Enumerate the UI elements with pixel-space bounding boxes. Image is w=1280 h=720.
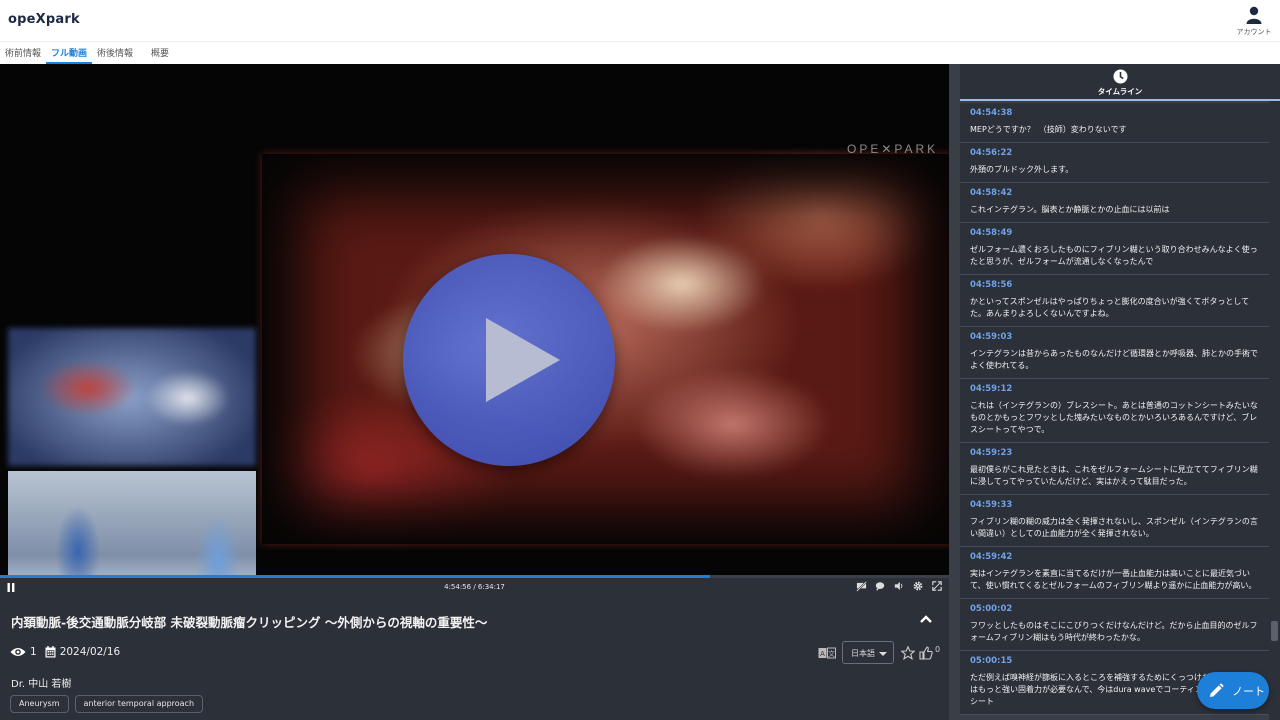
play-icon (486, 318, 560, 402)
language-value: 日本語 (851, 649, 875, 658)
tag-chip[interactable]: Aneurysm (10, 695, 69, 713)
timeline-comment: これインテグラン。脳表とか静脈とかの止血には以前は (970, 205, 1170, 214)
timeline-entry[interactable]: 04:58:56 かといってスポンゼルはやっぱりちょっと膨化の度合いが強くてボタ… (960, 275, 1269, 327)
timeline-comment: 実はインテグランを素直に当てるだけが一番止血能力は高いことに最近気づいて、使い慣… (970, 569, 1257, 590)
app-logo[interactable]: opeXpark (8, 12, 80, 27)
timeline-timestamp[interactable]: 04:59:23 (970, 448, 1260, 458)
chevron-up-icon[interactable] (918, 612, 934, 626)
video-info-panel: 内頚動脈-後交通動脈分岐部 未破裂動脈瘤クリッピング ～外側からの視軸の重要性～… (0, 598, 949, 720)
publish-date: 2024/02/16 (59, 646, 121, 658)
timeline-entry[interactable]: 04:54:38 MEPどうですか？ （技師）変わりないです (960, 103, 1269, 143)
caret-down-icon (879, 652, 887, 656)
note-button[interactable]: ノート (1197, 672, 1269, 709)
timeline-comment: フィブリン糊の糊の威力は全く発揮されないし、スポンゼル（インテグランの言い間違い… (970, 517, 1258, 538)
tab-full-video[interactable]: フル動画 (46, 43, 93, 64)
timeline-comment: これは（インテグランの）ブレスシート。あとは普通のコットンシートみたいなものとか… (970, 401, 1258, 434)
video-title: 内頚動脈-後交通動脈分岐部 未破裂動脈瘤クリッピング ～外側からの視軸の重要性～ (11, 615, 488, 630)
video-actions: A 文 日本語 0 (818, 641, 940, 664)
tab-postop-info[interactable]: 術後情報 (92, 43, 138, 64)
timeline-entry[interactable]: 04:59:42 実はインテグランを素直に当てるだけが一番止血能力は高いことに最… (960, 547, 1269, 599)
time-display: 4:54:56 / 6:34:17 (444, 583, 505, 591)
like-count: 0 (935, 645, 941, 654)
clock-icon (1113, 69, 1127, 84)
timeline-timestamp[interactable]: 04:59:42 (970, 552, 1260, 562)
video-watermark: OPE✕PARK (847, 142, 939, 156)
timeline-entry[interactable]: 04:58:42 これインテグラン。脳表とか静脈とかの止血には以前は (960, 183, 1269, 223)
timeline-list[interactable]: 04:54:38 MEPどうですか？ （技師）変わりないです 04:56:22 … (960, 103, 1269, 720)
thumbs-up-icon[interactable] (919, 645, 933, 660)
timeline-comment: フワッとしたものはそこにこびりつくだけなんだけど。だから止血目的のゼルフォームフ… (970, 621, 1258, 642)
account-label: アカウント (1236, 28, 1272, 36)
timeline-timestamp[interactable]: 04:54:38 (970, 108, 1260, 118)
timeline-entry[interactable]: 04:59:12 これは（インテグランの）ブレスシート。あとは普通のコットンシー… (960, 379, 1269, 443)
view-count: 1 (30, 646, 37, 658)
timeline-scrollbar[interactable] (1269, 101, 1280, 720)
timeline-timestamp[interactable]: 04:56:22 (970, 148, 1260, 158)
app-header: opeXpark アカウント (0, 0, 1280, 42)
comment-icon[interactable] (874, 581, 886, 594)
timeline-comment: かといってスポンゼルはやっぱりちょっと膨化の度合いが強くてボタっとしてた。あんま… (970, 297, 1250, 318)
language-select[interactable]: 日本語 (842, 641, 894, 664)
timeline-comment: ゼルフォーム濃くおろしたものにフィブリン糊という取り合わせみんなよく使ったと思う… (970, 245, 1258, 266)
svg-text:A: A (820, 651, 825, 658)
timeline-timestamp[interactable]: 05:00:15 (970, 656, 1260, 666)
timeline-timestamp[interactable]: 04:59:12 (970, 384, 1260, 394)
user-icon (1246, 6, 1262, 24)
calendar-icon (45, 646, 56, 658)
timeline-timestamp[interactable]: 04:59:33 (970, 500, 1260, 510)
timeline-timestamp[interactable]: 05:00:02 (970, 604, 1260, 614)
timeline-sidebar: タイムライン 04:54:38 MEPどうですか？ （技師）変わりないです 04… (949, 64, 1280, 720)
timeline-entry[interactable]: 04:59:23 最初僕らがこれ見たときは、これをゼルフォームシートに見立ててフ… (960, 443, 1269, 495)
account-button[interactable]: アカウント (1236, 6, 1272, 37)
timeline-comment: MEPどうですか？ （技師）変わりないです (970, 125, 1127, 134)
pip-camera-closeup (8, 328, 256, 466)
timeline-comment: 最初僕らがこれ見たときは、これをゼルフォームシートに見立ててフィブリン糊に浸して… (970, 465, 1258, 486)
timeline-comment: 外頚のブルドック外します。 (970, 165, 1074, 174)
svg-text:文: 文 (828, 649, 835, 658)
tag-list: Aneurysm anterior temporal approach (10, 695, 204, 713)
note-button-label: ノート (1232, 684, 1265, 698)
timeline-label: タイムライン (1097, 87, 1143, 96)
timeline-entry[interactable]: 05:00:02 フワッとしたものはそこにこびりつくだけなんだけど。だから止血目… (960, 599, 1269, 651)
timeline-entry[interactable]: 04:58:49 ゼルフォーム濃くおろしたものにフィブリン糊という取り合わせみん… (960, 223, 1269, 275)
tag-chip[interactable]: anterior temporal approach (74, 695, 204, 713)
star-icon[interactable] (901, 645, 915, 660)
timeline-entry[interactable]: 04:59:33 フィブリン糊の糊の威力は全く発揮されないし、スポンゼル（インテ… (960, 495, 1269, 547)
volume-icon[interactable] (893, 581, 905, 594)
translate-icon[interactable]: A 文 (818, 647, 836, 659)
player-controls: 4:54:56 / 6:34:17 (0, 578, 949, 598)
tab-bar: 術前情報 フル動画 術後情報 概要 (0, 43, 174, 64)
surgeon-name: Dr. 中山 若樹 (11, 679, 72, 690)
pip-camera-operating-room (8, 471, 256, 575)
comment-off-icon[interactable] (855, 581, 867, 594)
timeline-entry[interactable]: 04:59:03 インテグランは昔からあったものなんだけど循環器とか呼吸器、肺と… (960, 327, 1269, 379)
settings-gear-icon[interactable] (912, 581, 924, 594)
fullscreen-icon[interactable] (931, 581, 943, 594)
eye-icon (10, 648, 26, 656)
scrollbar-thumb[interactable] (1271, 621, 1278, 641)
pencil-icon (1210, 683, 1224, 697)
timeline-timestamp[interactable]: 04:58:42 (970, 188, 1260, 198)
timeline-header[interactable]: タイムライン (960, 64, 1280, 101)
timeline-comment: インテグランは昔からあったものなんだけど循環器とか呼吸器、肺とかの手術でよく使わ… (970, 349, 1258, 370)
tab-preop-info[interactable]: 術前情報 (0, 43, 46, 64)
timeline-timestamp[interactable]: 04:58:56 (970, 280, 1260, 290)
timeline-entry[interactable]: 04:56:22 外頚のブルドック外します。 (960, 143, 1269, 183)
video-meta: 1 2024/02/16 (10, 646, 120, 658)
tab-overview[interactable]: 概要 (146, 43, 174, 64)
timeline-timestamp[interactable]: 04:58:49 (970, 228, 1260, 238)
timeline-timestamp[interactable]: 04:59:03 (970, 332, 1260, 342)
